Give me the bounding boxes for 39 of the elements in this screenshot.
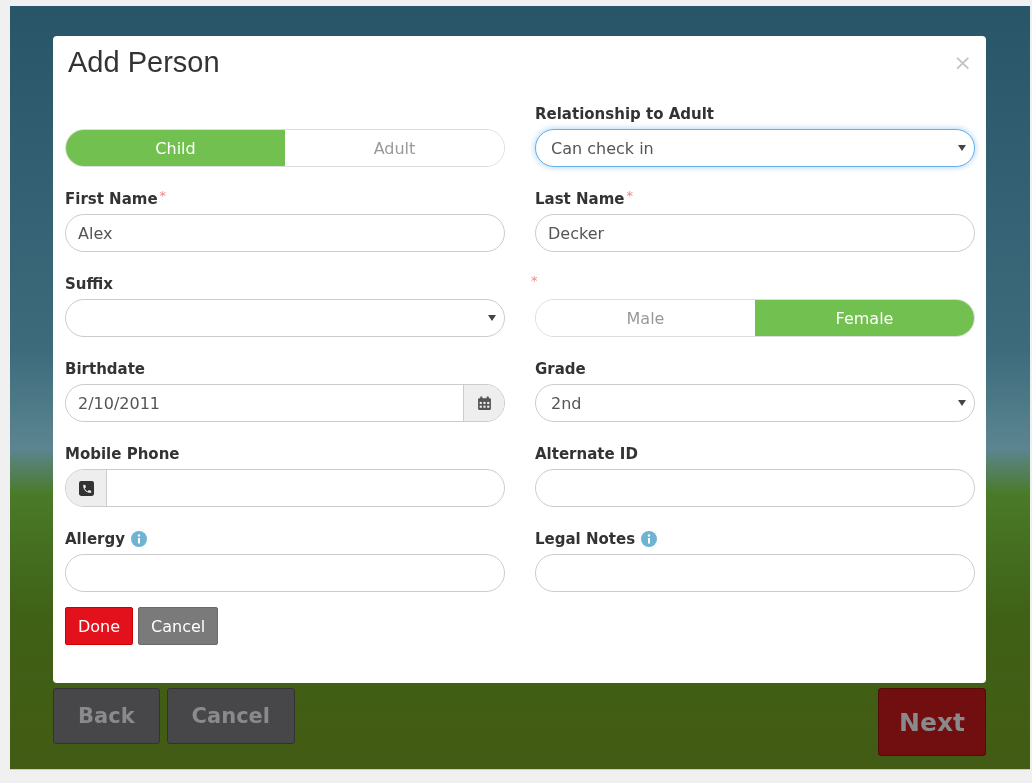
select-field[interactable]: [65, 299, 505, 337]
text-field[interactable]: [65, 554, 505, 592]
required-mark: *: [626, 188, 633, 203]
text-field[interactable]: [535, 554, 975, 592]
back-button[interactable]: Back: [53, 688, 160, 744]
field-label: Mobile Phone: [65, 445, 180, 463]
field-label: Birthdate: [65, 360, 146, 378]
caret-icon: [958, 400, 966, 406]
text-field[interactable]: [535, 469, 975, 507]
cancel-button[interactable]: Cancel: [138, 607, 219, 645]
close-button[interactable]: ×: [951, 50, 974, 75]
field-label: Last Name: [535, 190, 625, 208]
select-field[interactable]: 2nd: [535, 384, 975, 422]
field-label: Alternate ID: [535, 445, 638, 463]
required-mark: *: [531, 273, 538, 288]
phone-icon: [78, 480, 94, 496]
info-icon[interactable]: [641, 531, 658, 547]
field-label: Allergy: [65, 530, 125, 548]
done-button[interactable]: Done: [65, 607, 134, 645]
dialog-title: Add Person: [68, 46, 220, 79]
phone-field[interactable]: [65, 469, 505, 507]
field-label: Grade: [535, 360, 586, 378]
calendar-icon[interactable]: [476, 395, 492, 411]
caret-icon: [488, 315, 496, 321]
cancel-button[interactable]: Cancel: [166, 688, 295, 744]
date-field[interactable]: 2/10/2011: [65, 384, 505, 422]
select-field[interactable]: Can check in: [535, 129, 975, 167]
field-label: Suffix: [65, 275, 113, 293]
field-label: Relationship to Adult: [535, 105, 715, 123]
field-label: Legal Notes: [535, 530, 636, 548]
field-label: First Name: [65, 190, 158, 208]
toggle-option[interactable]: Female: [755, 300, 974, 336]
required-mark: *: [159, 188, 167, 203]
toggle-option[interactable]: Child: [66, 130, 285, 166]
next-button[interactable]: Next: [878, 688, 986, 756]
info-icon[interactable]: [131, 531, 147, 547]
text-field[interactable]: Decker: [535, 214, 975, 252]
caret-icon: [958, 145, 966, 151]
text-field[interactable]: Alex: [65, 214, 505, 252]
